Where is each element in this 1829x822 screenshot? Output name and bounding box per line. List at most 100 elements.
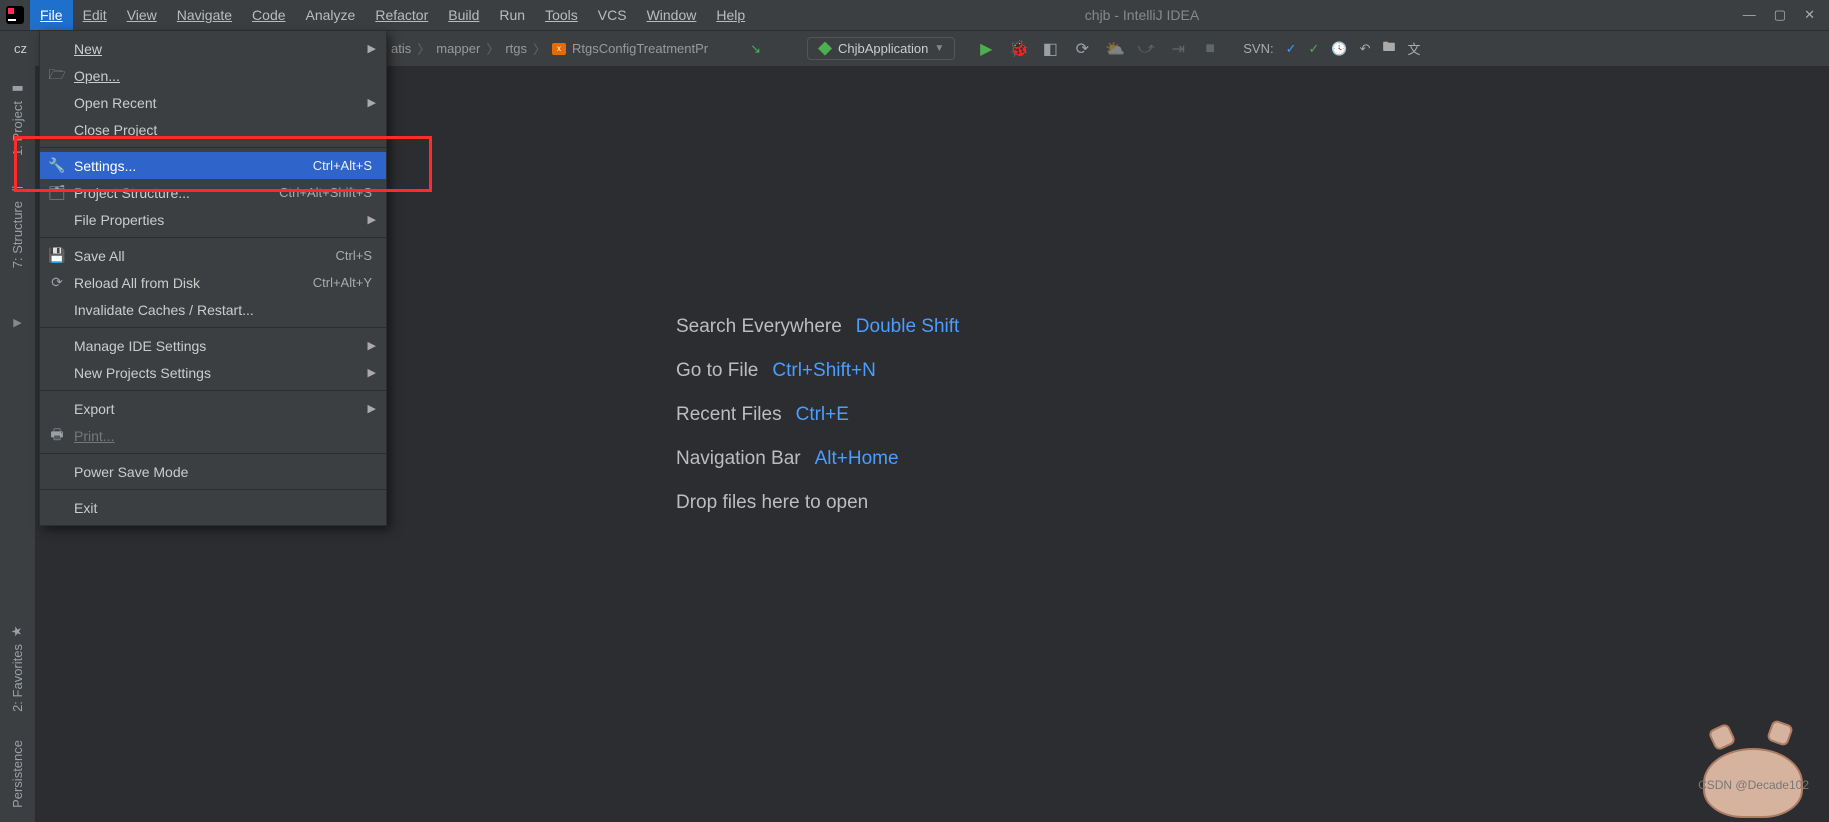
menu-edit[interactable]: Edit bbox=[73, 0, 117, 30]
editor-hints: Search Everywhere Double Shift Go to File… bbox=[676, 316, 959, 514]
menu-separator bbox=[40, 453, 386, 454]
sidebar-tab-favorites[interactable]: 2: Favorites★ bbox=[6, 609, 29, 726]
hint-shortcut: Double Shift bbox=[856, 316, 960, 338]
menu-new[interactable]: New▶ bbox=[40, 35, 386, 62]
hint-shortcut: Alt+Home bbox=[815, 448, 899, 470]
menu-label: Edit bbox=[83, 7, 107, 23]
menu-run[interactable]: Run bbox=[489, 0, 535, 30]
svn-group: SVN: ✓ ✓ 🕓 ↶ 🖿 文 bbox=[1243, 38, 1420, 60]
watermark-text: CSDN @Decade102 bbox=[1698, 778, 1809, 792]
sidebar-tab-project[interactable]: 1: Project▮ bbox=[6, 66, 29, 170]
profile-icon[interactable]: ⟳ bbox=[1073, 39, 1091, 59]
run-config-name: ChjbApplication bbox=[838, 41, 928, 56]
shortcut-text: Ctrl+S bbox=[336, 248, 372, 263]
submenu-arrow-icon: ▶ bbox=[368, 339, 376, 352]
menu-print[interactable]: 🖶Print... bbox=[40, 422, 386, 449]
structure-icon: 🗂 bbox=[48, 184, 66, 201]
menu-power-save[interactable]: Power Save Mode bbox=[40, 458, 386, 485]
step-icon[interactable]: ⇥ bbox=[1169, 39, 1187, 59]
breadcrumb-item[interactable]: rtgs bbox=[505, 41, 527, 56]
breadcrumb-item[interactable]: mapper bbox=[436, 41, 480, 56]
structure-icon: ≔ bbox=[11, 181, 24, 196]
left-tool-sidebar: 1: Project▮ 7: Structure≔ ▶ 2: Favorites… bbox=[0, 66, 36, 822]
menu-project-structure[interactable]: 🗂Project Structure...Ctrl+Alt+Shift+S bbox=[40, 179, 386, 206]
save-icon: 💾 bbox=[48, 247, 66, 264]
hint-drop: Drop files here to open bbox=[676, 492, 868, 514]
run-configuration[interactable]: ChjbApplication ▼ bbox=[807, 37, 955, 60]
menu-file[interactable]: File bbox=[30, 0, 73, 30]
search-icon[interactable]: 文 bbox=[1408, 39, 1421, 58]
menu-manage-ide[interactable]: Manage IDE Settings▶ bbox=[40, 332, 386, 359]
maximize-icon[interactable]: ▢ bbox=[1774, 7, 1786, 23]
shortcut-text: Ctrl+Alt+Shift+S bbox=[279, 185, 372, 200]
window-controls: — ▢ ✕ bbox=[1729, 7, 1829, 23]
menu-save-all[interactable]: 💾Save AllCtrl+S bbox=[40, 242, 386, 269]
submenu-arrow-icon: ▶ bbox=[368, 366, 376, 379]
toolbar-icons: ▶ 🐞 ◧ ⟳ ⛅ ⤻ ⇥ ■ bbox=[977, 39, 1219, 59]
menu-navigate[interactable]: Navigate bbox=[167, 0, 242, 30]
menu-analyze[interactable]: Analyze bbox=[296, 0, 366, 30]
submenu-arrow-icon: ▶ bbox=[368, 42, 376, 55]
submenu-arrow-icon: ▶ bbox=[368, 213, 376, 226]
menu-open[interactable]: 🗁Open... bbox=[40, 62, 386, 89]
breadcrumb-item[interactable]: RtgsConfigTreatmentPr bbox=[572, 41, 708, 56]
spring-boot-icon bbox=[818, 42, 832, 56]
svn-update-icon[interactable]: ✓ bbox=[1286, 41, 1297, 57]
history-icon[interactable]: 🕓 bbox=[1331, 41, 1347, 57]
menu-invalidate-caches[interactable]: Invalidate Caches / Restart... bbox=[40, 296, 386, 323]
breadcrumb: atis〉 mapper〉 rtgs〉 x RtgsConfigTreatmen… bbox=[391, 39, 708, 58]
sidebar-tab-persistence[interactable]: Persistence bbox=[6, 726, 29, 822]
menu-code[interactable]: Code bbox=[242, 0, 295, 30]
hint-shortcut: Ctrl+E bbox=[796, 404, 849, 426]
xml-file-icon: x bbox=[552, 43, 566, 55]
menu-export[interactable]: Export▶ bbox=[40, 395, 386, 422]
stop-icon[interactable]: ■ bbox=[1201, 40, 1219, 58]
menu-exit[interactable]: Exit bbox=[40, 494, 386, 521]
wrench-icon: 🔧 bbox=[48, 157, 66, 174]
close-icon[interactable]: ✕ bbox=[1804, 7, 1815, 23]
revert-icon[interactable]: ↶ bbox=[1360, 41, 1371, 57]
shortcut-text: Ctrl+Alt+Y bbox=[313, 275, 372, 290]
skip-icon[interactable]: ⤻ bbox=[1137, 40, 1155, 58]
menu-settings[interactable]: 🔧Settings...Ctrl+Alt+S bbox=[40, 152, 386, 179]
collapse-icon[interactable]: ▶ bbox=[13, 316, 21, 329]
menu-view[interactable]: View bbox=[117, 0, 167, 30]
window-title: chjb - IntelliJ IDEA bbox=[555, 7, 1729, 23]
run-icon[interactable]: ▶ bbox=[977, 39, 995, 59]
hint-label: Recent Files bbox=[676, 404, 782, 426]
folder-open-icon: 🗁 bbox=[48, 64, 66, 88]
svn-label: SVN: bbox=[1243, 41, 1273, 56]
menu-reload[interactable]: ⟳Reload All from DiskCtrl+Alt+Y bbox=[40, 269, 386, 296]
hint-shortcut: Ctrl+Shift+N bbox=[772, 360, 875, 382]
star-icon: ★ bbox=[10, 623, 25, 638]
build-hammer-icon[interactable]: ↘ bbox=[750, 41, 761, 57]
project-name[interactable]: cz bbox=[6, 41, 35, 56]
minimize-icon[interactable]: — bbox=[1743, 7, 1756, 23]
folder-icon[interactable]: 🖿 bbox=[1383, 38, 1396, 60]
submenu-arrow-icon: ▶ bbox=[368, 402, 376, 415]
menu-open-recent[interactable]: Open Recent▶ bbox=[40, 89, 386, 116]
submenu-arrow-icon: ▶ bbox=[368, 96, 376, 109]
project-icon: ▮ bbox=[10, 80, 25, 95]
menu-separator bbox=[40, 327, 386, 328]
menu-separator bbox=[40, 237, 386, 238]
reload-icon: ⟳ bbox=[48, 274, 66, 291]
menu-new-projects-settings[interactable]: New Projects Settings▶ bbox=[40, 359, 386, 386]
menu-build[interactable]: Build bbox=[438, 0, 489, 30]
breadcrumb-item[interactable]: atis bbox=[391, 41, 411, 56]
app-icon bbox=[0, 0, 30, 30]
hint-label: Go to File bbox=[676, 360, 758, 382]
menu-file-properties[interactable]: File Properties▶ bbox=[40, 206, 386, 233]
menu-close-project[interactable]: Close Project bbox=[40, 116, 386, 143]
svn-commit-icon[interactable]: ✓ bbox=[1309, 41, 1320, 57]
sidebar-tab-structure[interactable]: 7: Structure≔ bbox=[6, 174, 29, 276]
menu-refactor[interactable]: Refactor bbox=[365, 0, 438, 30]
menu-separator bbox=[40, 390, 386, 391]
menu-separator bbox=[40, 147, 386, 148]
file-menu-dropdown: New▶ 🗁Open... Open Recent▶ Close Project… bbox=[39, 30, 387, 526]
debug-icon[interactable]: 🐞 bbox=[1009, 39, 1027, 59]
coverage-icon[interactable]: ◧ bbox=[1041, 39, 1059, 59]
hint-label: Navigation Bar bbox=[676, 448, 801, 470]
attach-icon[interactable]: ⛅ bbox=[1105, 39, 1123, 59]
hint-label: Search Everywhere bbox=[676, 316, 842, 338]
